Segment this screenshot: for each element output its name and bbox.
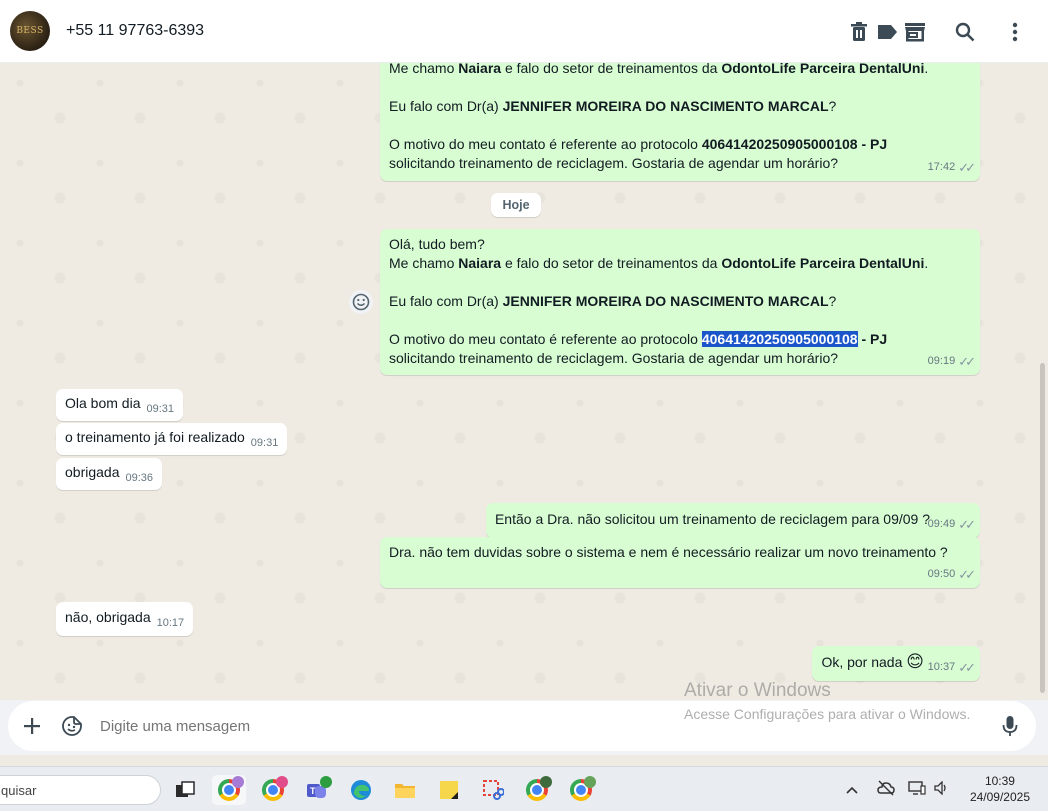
message-in[interactable]: obrigada 09:36: [56, 458, 163, 490]
taskbar: quisar T 10:39 24/09/2025: [0, 766, 1048, 811]
teams-icon[interactable]: T: [300, 775, 334, 805]
chrome-profile-icon[interactable]: [256, 775, 290, 805]
emoji-reaction-icon[interactable]: [349, 290, 373, 314]
microphone-icon[interactable]: [996, 712, 1024, 740]
message-meta: 09:50 ✓✓: [927, 567, 976, 582]
cloud-off-icon[interactable]: [876, 780, 896, 799]
avatar-text: BESS: [16, 26, 44, 36]
message-time: 09:31: [250, 437, 279, 449]
message-text: Ok, por nada: [821, 654, 903, 670]
message-out[interactable]: Olá, tudo bem? Me chamo Naiara e falo do…: [380, 229, 980, 375]
plus-icon[interactable]: [18, 712, 46, 740]
selected-text[interactable]: 40641420250905000108: [701, 331, 858, 347]
chat-area[interactable]: Me chamo Naiara e falo do setor de trein…: [0, 63, 1048, 700]
status-badge: [320, 776, 332, 788]
edge-icon[interactable]: [344, 775, 378, 805]
message-line: Olá, tudo bem?: [389, 236, 485, 252]
double-check-icon: ✓✓: [958, 567, 976, 582]
message-line: Eu falo com Dr(a) JENNIFER MOREIRA DO NA…: [389, 293, 837, 309]
message-out[interactable]: Dra. não tem duvidas sobre o sistema e n…: [380, 537, 980, 588]
chevron-up-icon[interactable]: [846, 782, 858, 797]
message-meta: 10:37 ✓✓: [927, 660, 976, 675]
message-time: 10:17: [156, 617, 185, 629]
search-icon[interactable]: [952, 19, 978, 45]
sticky-notes-icon[interactable]: [432, 775, 466, 805]
message-line: solicitando treinamento de reciclagem. G…: [389, 350, 839, 366]
message-line: Eu falo com Dr(a) JENNIFER MOREIRA DO NA…: [389, 98, 837, 114]
search-text: quisar: [1, 782, 37, 798]
message-meta: 09:49 ✓✓: [927, 517, 976, 532]
volume-icon[interactable]: [934, 780, 950, 798]
message-text: Então a Dra. não solicitou um treinament…: [494, 511, 930, 527]
taskbar-search[interactable]: quisar: [0, 775, 161, 805]
message-line: solicitando treinamento de reciclagem. G…: [389, 155, 839, 171]
message-out[interactable]: Então a Dra. não solicitou um treinament…: [485, 503, 980, 538]
profile-badge: [232, 776, 244, 788]
message-text: não, obrigada: [65, 609, 151, 625]
message-in[interactable]: Ola bom dia 09:31: [56, 389, 184, 421]
message-line: Me chamo Naiara e falo do setor de trein…: [389, 255, 929, 271]
label-icon[interactable]: [874, 19, 900, 45]
message-line: O motivo do meu contato é referente ao p…: [389, 331, 888, 347]
message-line: Me chamo Naiara e falo do setor de trein…: [389, 63, 929, 76]
trash-icon[interactable]: [846, 19, 872, 45]
double-check-icon: ✓✓: [958, 354, 976, 369]
store-icon[interactable]: [902, 19, 928, 45]
system-clock[interactable]: 10:39 24/09/2025: [970, 773, 1030, 805]
message-time: 09:31: [146, 403, 175, 415]
chat-header: BESS +55 11 97763-6393: [0, 0, 1048, 63]
scrollbar[interactable]: [1040, 363, 1045, 693]
smile-emoji-icon: 😊: [906, 652, 924, 671]
svg-text:T: T: [310, 786, 316, 796]
message-out[interactable]: Ok, por nada 😊 10:37 ✓✓: [812, 646, 980, 681]
message-in[interactable]: não, obrigada 10:17: [56, 602, 194, 636]
system-tray: [846, 767, 950, 811]
date-divider: Hoje: [491, 193, 541, 217]
profile-badge: [276, 776, 288, 788]
chrome-profile-icon[interactable]: [564, 775, 598, 805]
message-meta: 17:42 ✓✓: [927, 160, 976, 175]
message-out[interactable]: Me chamo Naiara e falo do setor de trein…: [380, 63, 980, 181]
double-check-icon: ✓✓: [958, 160, 976, 175]
double-check-icon: ✓✓: [958, 660, 976, 675]
windows-activation-subtitle: Acesse Configurações para ativar o Windo…: [684, 706, 971, 722]
message-text: Dra. não tem duvidas sobre o sistema e n…: [389, 544, 948, 560]
more-vert-icon[interactable]: [1002, 19, 1028, 45]
monitor-icon[interactable]: [908, 780, 926, 799]
message-time: 09:36: [125, 472, 154, 484]
clock-date: 24/09/2025: [969, 790, 1030, 804]
profile-badge: [540, 776, 552, 788]
header-actions: [822, 0, 1028, 63]
file-explorer-icon[interactable]: [388, 775, 422, 805]
message-line: O motivo do meu contato é referente ao p…: [389, 136, 888, 152]
contact-name[interactable]: +55 11 97763-6393: [66, 22, 204, 40]
message-text: obrigada: [65, 464, 120, 480]
profile-badge: [584, 776, 596, 788]
task-view-icon[interactable]: [168, 775, 202, 805]
message-text: o treinamento já foi realizado: [65, 429, 245, 445]
double-check-icon: ✓✓: [958, 517, 976, 532]
message-meta: 09:19 ✓✓: [927, 354, 976, 369]
snipping-tool-icon[interactable]: [476, 775, 510, 805]
chrome-profile-icon[interactable]: [520, 775, 554, 805]
message-text: Ola bom dia: [65, 395, 141, 411]
windows-activation-title: Ativar o Windows: [684, 680, 831, 701]
message-in[interactable]: o treinamento já foi realizado 09:31: [56, 423, 288, 455]
clock-time: 10:39: [984, 774, 1015, 788]
chrome-profile-icon[interactable]: [212, 775, 246, 805]
avatar[interactable]: BESS: [10, 11, 50, 51]
sticker-icon[interactable]: [58, 712, 86, 740]
